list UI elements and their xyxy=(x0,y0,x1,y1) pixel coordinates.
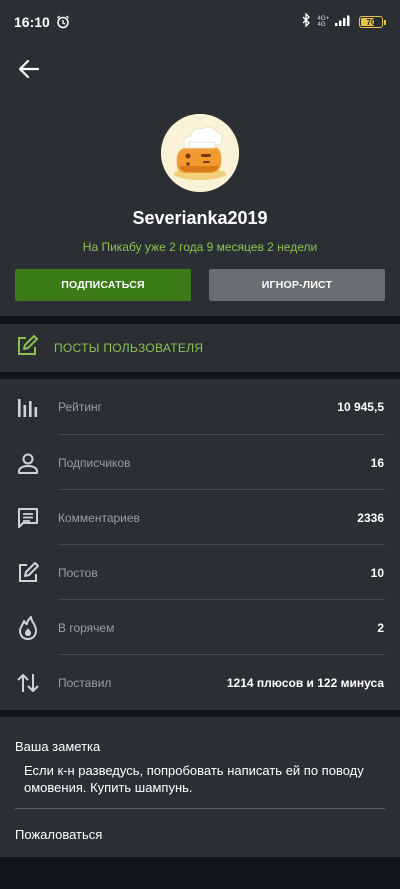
back-button[interactable] xyxy=(14,54,44,84)
status-time: 16:10 xyxy=(14,14,50,30)
arrows-updown-icon xyxy=(15,670,41,696)
battery-icon: 70 xyxy=(359,16,386,28)
stat-row-comments[interactable]: Комментариев 2336 xyxy=(0,490,400,545)
stat-label: Поставил xyxy=(58,675,112,690)
comment-icon xyxy=(15,505,41,531)
flame-icon xyxy=(15,615,41,641)
user-posts-link[interactable]: ПОСТЫ ПОЛЬЗОВАТЕЛЯ xyxy=(0,324,400,372)
signal-icon xyxy=(335,13,353,31)
member-since: На Пикабу уже 2 года 9 месяцев 2 недели xyxy=(82,240,318,254)
arrow-left-icon xyxy=(19,60,39,78)
status-icons: 4G+ 4G 70 xyxy=(301,11,386,32)
stat-row-votes: Поставил 1214 плюсов и 122 минуса xyxy=(0,655,400,710)
stat-label: Рейтинг xyxy=(58,399,103,414)
user-posts-label: ПОСТЫ ПОЛЬЗОВАТЕЛЯ xyxy=(54,341,204,355)
note-title: Ваша заметка xyxy=(15,739,101,754)
stat-value: 16 xyxy=(370,455,384,470)
edit-icon xyxy=(15,560,41,586)
avatar[interactable] xyxy=(161,114,239,192)
ignore-list-button[interactable]: ИГНОР-ЛИСТ xyxy=(209,269,385,301)
username: Severianka2019 xyxy=(132,208,268,228)
profile-header: Severianka2019 На Пикабу уже 2 года 9 ме… xyxy=(0,44,400,316)
stat-row-hot[interactable]: В горячем 2 xyxy=(0,600,400,655)
stat-value: 2 xyxy=(377,620,384,635)
stats-list: Рейтинг 10 945,5 Подписчиков 16 Коммента… xyxy=(0,379,400,710)
alarm-icon xyxy=(56,15,70,29)
stat-value: 1214 плюсов и 122 минуса xyxy=(226,675,384,690)
edit-icon xyxy=(16,334,38,362)
stat-row-posts[interactable]: Постов 10 xyxy=(0,545,400,600)
note-text[interactable]: Если к-н разведусь, попробовать написать… xyxy=(24,762,384,796)
stat-label: В горячем xyxy=(58,620,115,635)
status-bar: 16:10 4G+ 4G 70 xyxy=(0,0,400,44)
bar-chart-icon xyxy=(15,394,41,420)
stat-label: Комментариев xyxy=(58,510,140,525)
divider xyxy=(15,808,385,809)
stat-value: 10 xyxy=(370,565,384,580)
subscribe-button[interactable]: ПОДПИСАТЬСЯ xyxy=(15,269,191,301)
battery-level: 70 xyxy=(366,17,376,27)
stat-row-subscribers[interactable]: Подписчиков 16 xyxy=(0,435,400,490)
stat-value: 2336 xyxy=(357,510,384,525)
stat-label: Подписчиков xyxy=(58,455,131,470)
complain-button[interactable]: Пожаловаться xyxy=(15,827,102,842)
bluetooth-icon xyxy=(301,11,311,32)
network-type: 4G+ 4G xyxy=(317,16,329,28)
stat-label: Постов xyxy=(58,565,98,580)
stat-row-rating: Рейтинг 10 945,5 xyxy=(0,379,400,434)
chef-toaster-icon xyxy=(161,114,239,192)
stat-value: 10 945,5 xyxy=(337,399,384,414)
person-icon xyxy=(15,450,41,476)
note-section: Ваша заметка Если к-н разведусь, попробо… xyxy=(0,717,400,857)
